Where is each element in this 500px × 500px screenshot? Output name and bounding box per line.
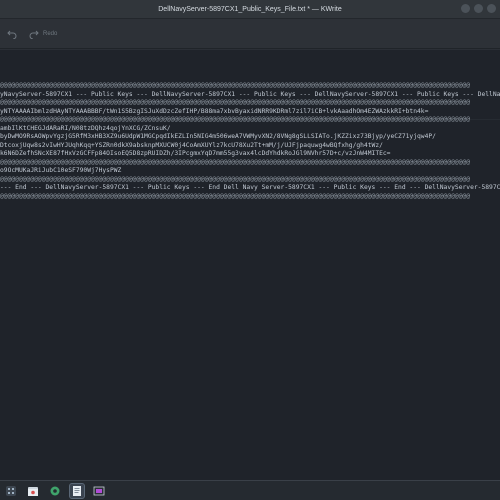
window-title: DellNavyServer-5897CX1_Public_Keys_File.… — [158, 5, 342, 13]
text-line[interactable]: --- End --- DellNavyServer-5897CX1 --- P… — [0, 184, 500, 193]
redo-label: Redo — [43, 30, 58, 37]
text-line[interactable]: o9OcMUKaJRiJubC10eSF790Wj7HysPWZ — [0, 167, 500, 176]
maximize-button[interactable] — [474, 4, 483, 13]
text-line[interactable]: DtcoxjUqw8s2vIwHYJUqhKqq+YSZRn0dkX9abskn… — [0, 142, 500, 151]
window-controls — [461, 4, 496, 13]
undo-button[interactable] — [6, 28, 18, 40]
undo-icon — [6, 28, 18, 40]
text-line[interactable]: @@@@@@@@@@@@@@@@@@@@@@@@@@@@@@@@@@@@@@@@… — [0, 193, 500, 202]
minimize-button[interactable] — [461, 4, 470, 13]
file-manager-icon[interactable] — [26, 484, 40, 498]
taskbar — [0, 480, 500, 500]
text-line[interactable]: yNavyServer-5897CX1 --- Public Keys --- … — [0, 91, 500, 100]
app-launcher-icon[interactable] — [4, 484, 18, 498]
settings-icon[interactable] — [48, 484, 62, 498]
text-line[interactable]: @@@@@@@@@@@@@@@@@@@@@@@@@@@@@@@@@@@@@@@@… — [0, 99, 500, 108]
text-line[interactable]: yNTYAAAAIbmlzdHAyNTYAAABBBF/tWn1S5BzgISJ… — [0, 108, 500, 117]
close-button[interactable] — [487, 4, 496, 13]
text-line[interactable]: ambIlKtCHEGJdARaRI/N08tzDQhz4qojYnXCG/ZC… — [0, 125, 500, 134]
text-line[interactable]: @@@@@@@@@@@@@@@@@@@@@@@@@@@@@@@@@@@@@@@@… — [0, 176, 500, 185]
text-line[interactable]: byDwMO9RsAOWpvYgzjG5RfM3xHB3XZ9u6UdpW1MG… — [0, 133, 500, 142]
text-line[interactable]: k6N6DZefhSNcXE87fHxVzGCFFp84OIsoEQ5D8zpR… — [0, 150, 500, 159]
kwrite-icon[interactable] — [69, 482, 85, 499]
text-line[interactable]: @@@@@@@@@@@@@@@@@@@@@@@@@@@@@@@@@@@@@@@@… — [0, 82, 500, 91]
toolbar: Redo — [0, 19, 500, 49]
redo-button[interactable]: Redo — [28, 28, 57, 40]
screenshot-icon[interactable] — [92, 484, 106, 498]
redo-icon — [28, 28, 40, 40]
document-text[interactable]: @@@@@@@@@@@@@@@@@@@@@@@@@@@@@@@@@@@@@@@@… — [0, 82, 500, 201]
window-titlebar[interactable]: DellNavyServer-5897CX1_Public_Keys_File.… — [0, 0, 500, 19]
text-line[interactable]: @@@@@@@@@@@@@@@@@@@@@@@@@@@@@@@@@@@@@@@@… — [0, 116, 500, 125]
text-line[interactable]: @@@@@@@@@@@@@@@@@@@@@@@@@@@@@@@@@@@@@@@@… — [0, 159, 500, 168]
